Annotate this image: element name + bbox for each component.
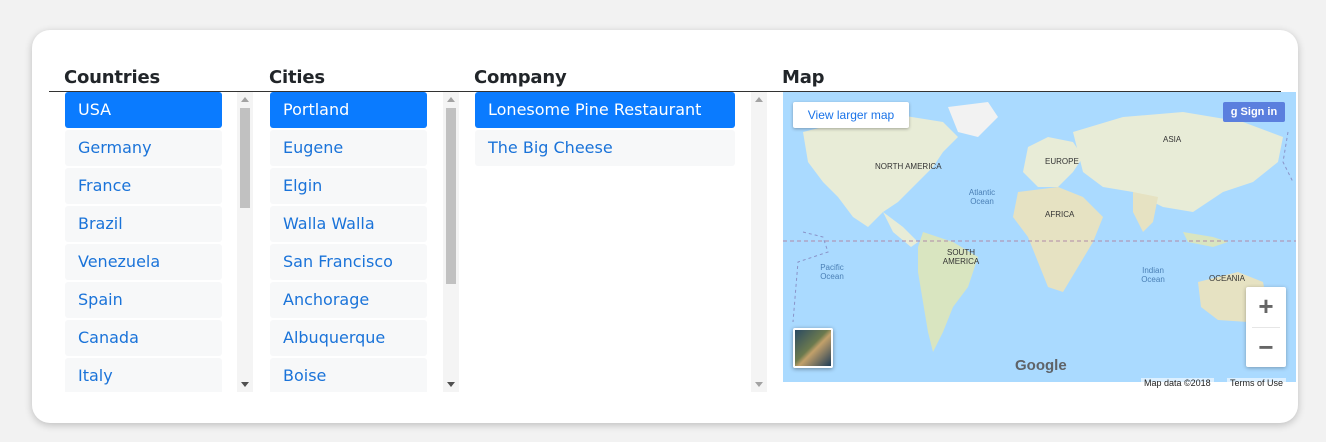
view-larger-map-link[interactable]: View larger map: [793, 102, 909, 128]
country-item[interactable]: Brazil: [65, 206, 222, 242]
company-title: Company: [474, 67, 567, 88]
city-item[interactable]: Albuquerque: [270, 320, 427, 356]
selection-panel: Countries Cities Company Map USA Germany…: [32, 30, 1298, 423]
city-item[interactable]: Portland: [270, 92, 427, 128]
label-oceania: OCEANIA: [1209, 274, 1246, 283]
cities-list[interactable]: Portland Eugene Elgin Walla Walla San Fr…: [270, 92, 427, 392]
city-item[interactable]: Elgin: [270, 168, 427, 204]
header-row: Countries Cities Company Map: [49, 65, 1281, 92]
countries-scrollbar[interactable]: [237, 92, 253, 392]
label-indian-ocean: Indian Ocean: [1141, 266, 1165, 284]
city-item[interactable]: San Francisco: [270, 244, 427, 280]
map-view[interactable]: View larger map g Sign in NORTH AMERICA …: [783, 92, 1296, 392]
scroll-down-arrow-icon[interactable]: [447, 382, 455, 387]
zoom-control[interactable]: + −: [1246, 287, 1286, 367]
country-item[interactable]: France: [65, 168, 222, 204]
company-item[interactable]: The Big Cheese: [475, 130, 735, 166]
scroll-down-arrow-icon[interactable]: [241, 382, 249, 387]
map-title: Map: [782, 67, 825, 88]
city-item[interactable]: Eugene: [270, 130, 427, 166]
zoom-out-button[interactable]: −: [1246, 328, 1286, 368]
label-atlantic-ocean: Atlantic Ocean: [968, 188, 996, 206]
country-item[interactable]: Venezuela: [65, 244, 222, 280]
google-logo: Google: [1015, 357, 1067, 374]
countries-title: Countries: [64, 67, 160, 88]
scroll-thumb[interactable]: [446, 108, 456, 284]
scroll-down-arrow-icon[interactable]: [755, 382, 763, 387]
country-item[interactable]: Canada: [65, 320, 222, 356]
cities-title: Cities: [269, 67, 325, 88]
zoom-in-button[interactable]: +: [1246, 287, 1286, 327]
country-item[interactable]: USA: [65, 92, 222, 128]
sign-in-label: Sign in: [1240, 106, 1278, 118]
city-item[interactable]: Anchorage: [270, 282, 427, 318]
city-item[interactable]: Walla Walla: [270, 206, 427, 242]
label-south-america: SOUTH AMERICA: [942, 248, 980, 266]
label-europe: EUROPE: [1045, 157, 1079, 166]
scroll-up-arrow-icon[interactable]: [241, 97, 249, 102]
sign-in-button[interactable]: g Sign in: [1223, 102, 1285, 122]
city-item[interactable]: Boise: [270, 358, 427, 392]
company-item[interactable]: Lonesome Pine Restaurant: [475, 92, 735, 128]
satellite-toggle-button[interactable]: [793, 328, 833, 368]
scroll-up-arrow-icon[interactable]: [447, 97, 455, 102]
google-g-icon: g: [1230, 106, 1241, 118]
countries-list[interactable]: USA Germany France Brazil Venezuela Spai…: [65, 92, 222, 392]
terms-of-use-link[interactable]: Terms of Use: [1227, 378, 1287, 388]
map-attribution: Map data ©2018: [1141, 378, 1214, 388]
country-item[interactable]: Germany: [65, 130, 222, 166]
scroll-up-arrow-icon[interactable]: [755, 97, 763, 102]
label-north-america: NORTH AMERICA: [875, 162, 942, 171]
country-item[interactable]: Spain: [65, 282, 222, 318]
company-list[interactable]: Lonesome Pine Restaurant The Big Cheese: [475, 92, 735, 392]
label-africa: AFRICA: [1045, 210, 1075, 219]
label-pacific-ocean: Pacific Ocean: [820, 263, 844, 281]
company-scrollbar[interactable]: [751, 92, 767, 392]
world-map-graphic: [783, 102, 1296, 392]
country-item[interactable]: Italy: [65, 358, 222, 392]
scroll-thumb[interactable]: [240, 108, 250, 208]
cities-scrollbar[interactable]: [443, 92, 459, 392]
label-asia: ASIA: [1163, 135, 1182, 144]
